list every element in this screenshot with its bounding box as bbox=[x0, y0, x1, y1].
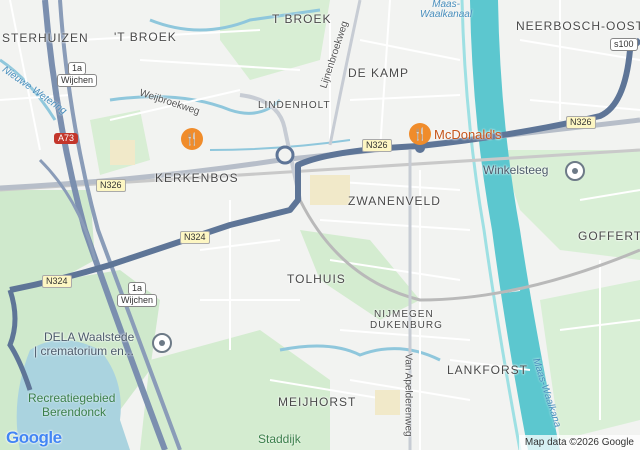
map-attribution[interactable]: Map data ©2026 Google bbox=[518, 435, 640, 450]
shield-n326-left: N326 bbox=[96, 179, 126, 192]
map-view[interactable]: STERHUIZEN 'T BROEK T BROEK NEERBOSCH-OO… bbox=[0, 0, 640, 450]
shield-n324-mid: N324 bbox=[180, 231, 210, 244]
google-logo-text: Google bbox=[6, 428, 62, 447]
shield-n326-right: N326 bbox=[566, 116, 596, 129]
shield-a73: A73 bbox=[54, 133, 79, 144]
place-kerkenbos: KERKENBOS bbox=[155, 171, 239, 185]
place-goffert: GOFFERT bbox=[578, 229, 640, 243]
poi-mcdonalds[interactable]: McDonald's bbox=[434, 128, 502, 141]
place-t-broek-east: T BROEK bbox=[272, 12, 332, 26]
place-t-broek-west: 'T BROEK bbox=[114, 30, 177, 44]
place-pin-icon[interactable] bbox=[565, 161, 585, 181]
place-staddijk: Staddijk bbox=[258, 432, 301, 446]
place-de-kamp: DE KAMP bbox=[348, 66, 410, 80]
building-area bbox=[310, 175, 350, 205]
restaurant-icon[interactable]: 🍴 bbox=[409, 123, 431, 145]
poi-dela-line2[interactable]: | crematorium en... bbox=[34, 345, 134, 357]
shield-n324-left: N324 bbox=[42, 275, 72, 288]
place-sterhuizen: STERHUIZEN bbox=[2, 31, 89, 45]
exit-destination-2: Wijchen bbox=[117, 294, 158, 307]
building-area bbox=[375, 390, 400, 415]
restaurant-icon[interactable]: 🍴 bbox=[181, 128, 203, 150]
place-dukenburg: DUKENBURG bbox=[370, 320, 443, 331]
place-meijhorst: MEIJHORST bbox=[278, 395, 357, 409]
building-area bbox=[110, 140, 135, 165]
poi-dela-line1[interactable]: DELA Waalstede bbox=[44, 331, 134, 343]
exit-destination-1: Wijchen bbox=[57, 74, 98, 87]
poi-recreatiegebied-line1[interactable]: Recreatiegebied bbox=[28, 392, 115, 404]
place-neerbosch-oost: NEERBOSCH-OOST bbox=[516, 19, 640, 33]
place-nijmegen: NIJMEGEN bbox=[374, 309, 434, 320]
poi-winkelsteeg[interactable]: Winkelsteeg bbox=[483, 164, 548, 176]
shield-s100: s100 bbox=[610, 38, 638, 51]
google-logo: Google bbox=[6, 428, 62, 448]
poi-recreatiegebied-line2[interactable]: Berendonck bbox=[42, 406, 106, 418]
shield-n326-mid: N326 bbox=[362, 139, 392, 152]
street-van-apelderenweg: Van Apelderenweg bbox=[402, 353, 414, 437]
place-pin-icon[interactable] bbox=[152, 333, 172, 353]
place-tolhuis: TOLHUIS bbox=[287, 272, 346, 286]
place-zwanenveld: ZWANENVELD bbox=[348, 194, 441, 208]
place-lindenholt: LINDENHOLT bbox=[258, 100, 331, 111]
place-lankforst: LANKFORST bbox=[447, 363, 529, 377]
water-maas-waalkanaal: Maas- Waalkanaal bbox=[420, 0, 473, 20]
waterway bbox=[279, 344, 441, 362]
roundabout bbox=[275, 145, 295, 165]
